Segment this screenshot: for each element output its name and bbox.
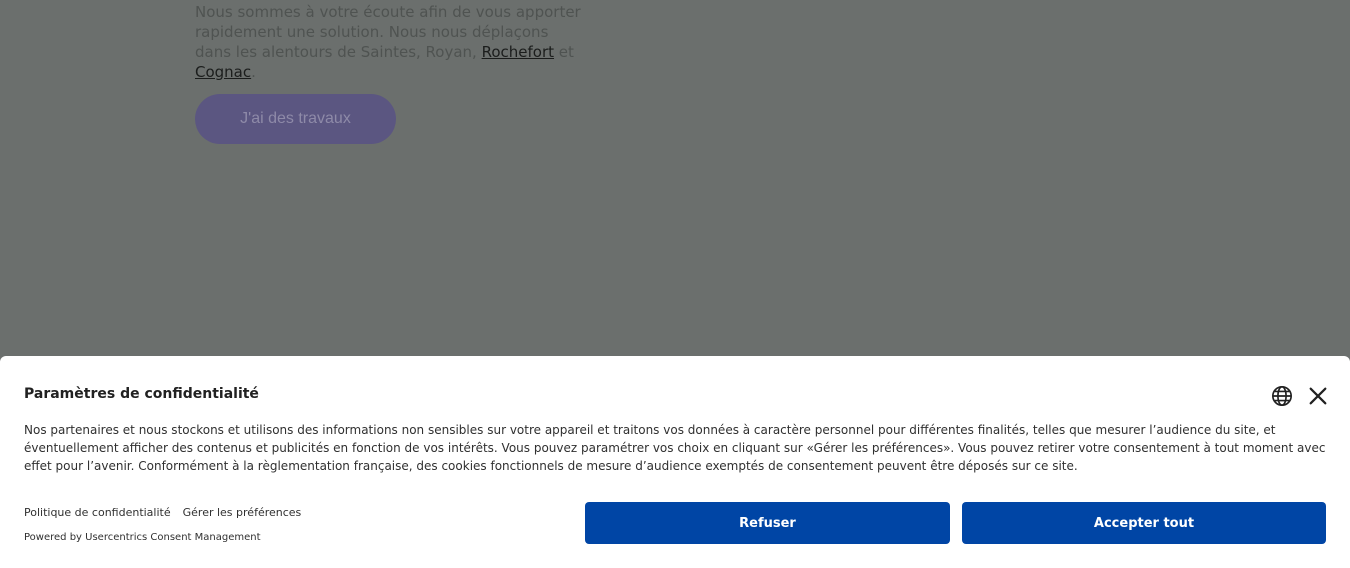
works-request-button[interactable]: J'ai des travaux [195, 94, 396, 144]
page: Nous sommes à votre écoute afin de vous … [0, 0, 1350, 568]
cognac-link[interactable]: Cognac [195, 63, 251, 81]
globe-icon[interactable] [1271, 385, 1293, 407]
banner-title: Paramètres de confidentialité [24, 386, 259, 402]
rochefort-link[interactable]: Rochefort [482, 43, 554, 61]
intro-text-block: Nous sommes à votre écoute afin de vous … [195, 2, 585, 82]
close-icon[interactable] [1307, 385, 1329, 407]
privacy-policy-link[interactable]: Politique de confidentialité [24, 506, 171, 519]
intro-text-end: . [251, 63, 256, 81]
intro-text-connector: et [554, 43, 574, 61]
intro-paragraph: Nous sommes à votre écoute afin de vous … [195, 2, 585, 82]
banner-description: Nos partenaires et nous stockons et util… [24, 423, 1326, 473]
refuse-button[interactable]: Refuser [585, 502, 950, 544]
powered-by-text: Powered by Usercentrics Consent Manageme… [24, 532, 261, 543]
manage-preferences-link[interactable]: Gérer les préférences [183, 506, 302, 519]
consent-banner: Paramètres de confidentialité Nos parten… [0, 356, 1350, 568]
banner-links: Politique de confidentialité Gérer les p… [24, 506, 301, 519]
accept-all-button[interactable]: Accepter tout [962, 502, 1326, 544]
